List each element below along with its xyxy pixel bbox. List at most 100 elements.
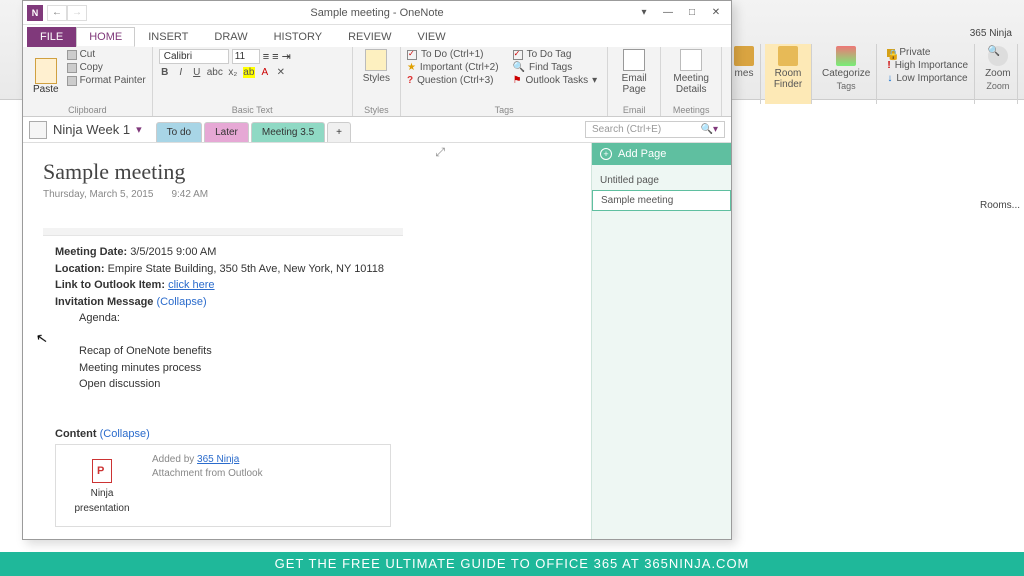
back-button[interactable]: ← bbox=[47, 5, 67, 21]
meeting-date-value: 3/5/2015 9:00 AM bbox=[130, 246, 216, 258]
tags-list[interactable]: To Do (Ctrl+1) ★Important (Ctrl+2) ?Ques… bbox=[407, 49, 503, 104]
low-importance-button[interactable]: ↓Low Importance bbox=[887, 72, 967, 85]
todo-tag-button[interactable]: To Do Tag bbox=[513, 49, 598, 60]
minimize-button[interactable]: — bbox=[657, 7, 679, 18]
checkbox-icon bbox=[513, 50, 523, 60]
star-icon: ★ bbox=[407, 62, 416, 73]
font-color-button[interactable]: A bbox=[259, 67, 271, 78]
numbering-button[interactable]: ≡ bbox=[272, 51, 278, 63]
page-title[interactable]: Sample meeting bbox=[43, 159, 571, 185]
collapse-toggle[interactable]: (Collapse) bbox=[100, 428, 150, 440]
format-painter-button[interactable]: Format Painter bbox=[67, 75, 146, 86]
room-finder-button[interactable]: Room Finder bbox=[765, 44, 812, 104]
meeting-details-button[interactable]: Meeting Details bbox=[667, 49, 715, 95]
bullets-button[interactable]: ≡ bbox=[263, 51, 269, 63]
attachment-name: Ninja presentation bbox=[74, 488, 129, 514]
notebook-dropdown-icon[interactable]: ▾ bbox=[136, 123, 142, 136]
outlook-tasks-button[interactable]: ⚑Outlook Tasks ▾ bbox=[513, 75, 598, 86]
brush-icon bbox=[67, 76, 77, 86]
paste-button[interactable]: Paste bbox=[29, 49, 63, 104]
section-add-button[interactable]: + bbox=[327, 122, 351, 142]
window-title: Sample meeting - OneNote bbox=[310, 7, 443, 19]
styles-button[interactable]: Styles bbox=[359, 49, 394, 84]
outlook-link[interactable]: click here bbox=[168, 279, 214, 291]
font-size-select[interactable]: 11 bbox=[232, 49, 260, 64]
search-icon: 🔍▾ bbox=[701, 124, 718, 135]
onenote-logo-icon: N bbox=[27, 5, 43, 21]
copy-button[interactable]: Copy bbox=[67, 62, 146, 73]
flag-icon: ⚑ bbox=[513, 75, 522, 86]
page-date: Thursday, March 5, 20159:42 AM bbox=[43, 189, 571, 200]
agenda-item: Open discussion bbox=[79, 376, 391, 393]
section-tab-later[interactable]: Later bbox=[204, 122, 249, 142]
content-label: Content bbox=[55, 428, 97, 440]
notebook-name[interactable]: Ninja Week 1 bbox=[53, 122, 130, 137]
importance-group: 🔒Private !High Importance ↓Low Importanc… bbox=[881, 44, 975, 104]
styles-label: Styles bbox=[353, 105, 400, 115]
subscript-button[interactable]: x₂ bbox=[227, 67, 239, 78]
added-by-link[interactable]: 365 Ninja bbox=[197, 454, 239, 465]
container-handle[interactable] bbox=[43, 228, 403, 236]
meeting-note-container[interactable]: Meeting Date: 3/5/2015 9:00 AM Location:… bbox=[43, 228, 403, 539]
forward-button[interactable]: → bbox=[67, 5, 87, 21]
section-tab-todo[interactable]: To do bbox=[156, 122, 202, 142]
meetings-label: Meetings bbox=[661, 105, 721, 115]
maximize-button[interactable]: □ bbox=[681, 7, 703, 18]
search-input[interactable]: Search (Ctrl+E)🔍▾ bbox=[585, 121, 725, 138]
tab-home[interactable]: HOME bbox=[76, 27, 135, 47]
calendar-icon bbox=[680, 49, 702, 71]
basictext-label: Basic Text bbox=[153, 105, 352, 115]
agenda-item: Recap of OneNote benefits bbox=[79, 343, 391, 360]
link-label: Link to Outlook Item: bbox=[55, 279, 165, 291]
italic-button[interactable]: I bbox=[175, 67, 187, 78]
collapse-toggle[interactable]: (Collapse) bbox=[156, 296, 206, 308]
tags-label: Tags bbox=[401, 105, 607, 115]
powerpoint-icon bbox=[92, 459, 112, 483]
plus-icon: + bbox=[600, 148, 612, 160]
ribbon-options-icon[interactable]: ▾ bbox=[633, 7, 655, 18]
highlight-button[interactable]: ab bbox=[243, 67, 255, 78]
indent-button[interactable]: ⇥ bbox=[282, 50, 291, 63]
title-bar: N ← → Sample meeting - OneNote ▾ — □ ✕ bbox=[23, 1, 731, 25]
tab-history[interactable]: HISTORY bbox=[261, 27, 336, 47]
categorize-button[interactable]: CategorizeTags bbox=[816, 44, 877, 104]
find-tags-button[interactable]: 🔍Find Tags bbox=[513, 62, 598, 73]
private-button[interactable]: 🔒Private bbox=[887, 46, 930, 59]
tab-file[interactable]: FILE bbox=[27, 27, 76, 47]
attachment[interactable]: Ninja presentation bbox=[60, 453, 144, 522]
styles-icon bbox=[365, 49, 387, 71]
add-page-button[interactable]: +Add Page bbox=[592, 143, 731, 165]
close-button[interactable]: ✕ bbox=[705, 7, 727, 18]
cut-button[interactable]: Cut bbox=[67, 49, 146, 60]
tab-view[interactable]: VIEW bbox=[404, 27, 458, 47]
underline-button[interactable]: U bbox=[191, 67, 203, 78]
agenda-item: Meeting minutes process bbox=[79, 360, 391, 377]
pages-pane: +Add Page Untitled page Sample meeting bbox=[591, 143, 731, 539]
font-name-select[interactable]: Calibri bbox=[159, 49, 229, 64]
notebook-icon[interactable] bbox=[29, 121, 47, 139]
rooms-button[interactable]: Rooms... bbox=[980, 200, 1020, 211]
promo-banner: GET THE FREE ULTIMATE GUIDE TO OFFICE 36… bbox=[0, 552, 1024, 576]
clipboard-label: Clipboard bbox=[23, 105, 152, 115]
tab-draw[interactable]: DRAW bbox=[201, 27, 260, 47]
invitation-label: Invitation Message bbox=[55, 296, 153, 308]
tab-insert[interactable]: INSERT bbox=[135, 27, 201, 47]
strike-button[interactable]: abc bbox=[207, 67, 223, 78]
high-importance-button[interactable]: !High Importance bbox=[887, 59, 968, 72]
page-item[interactable]: Untitled page bbox=[592, 171, 731, 190]
clear-format-button[interactable]: ✕ bbox=[275, 67, 287, 78]
tab-review[interactable]: REVIEW bbox=[335, 27, 404, 47]
envelope-icon bbox=[623, 49, 645, 71]
search-icon: 🔍 bbox=[513, 62, 525, 73]
scissors-icon bbox=[67, 50, 77, 60]
agenda-heading: Agenda: bbox=[79, 310, 391, 327]
attachment-meta: Added by 365 Ninja Attachment from Outlo… bbox=[152, 453, 263, 522]
bold-button[interactable]: B bbox=[159, 67, 171, 78]
section-tab-meeting[interactable]: Meeting 3.5 bbox=[251, 122, 325, 142]
outlook-names-group[interactable]: mes bbox=[728, 44, 761, 104]
page-content[interactable]: ⤢ Sample meeting Thursday, March 5, 2015… bbox=[23, 143, 591, 539]
zoom-button[interactable]: 🔍ZoomZoom bbox=[979, 44, 1018, 104]
page-item-selected[interactable]: Sample meeting bbox=[592, 190, 731, 211]
email-page-button[interactable]: Email Page bbox=[614, 49, 654, 95]
expand-icon[interactable]: ⤢ bbox=[435, 145, 445, 160]
